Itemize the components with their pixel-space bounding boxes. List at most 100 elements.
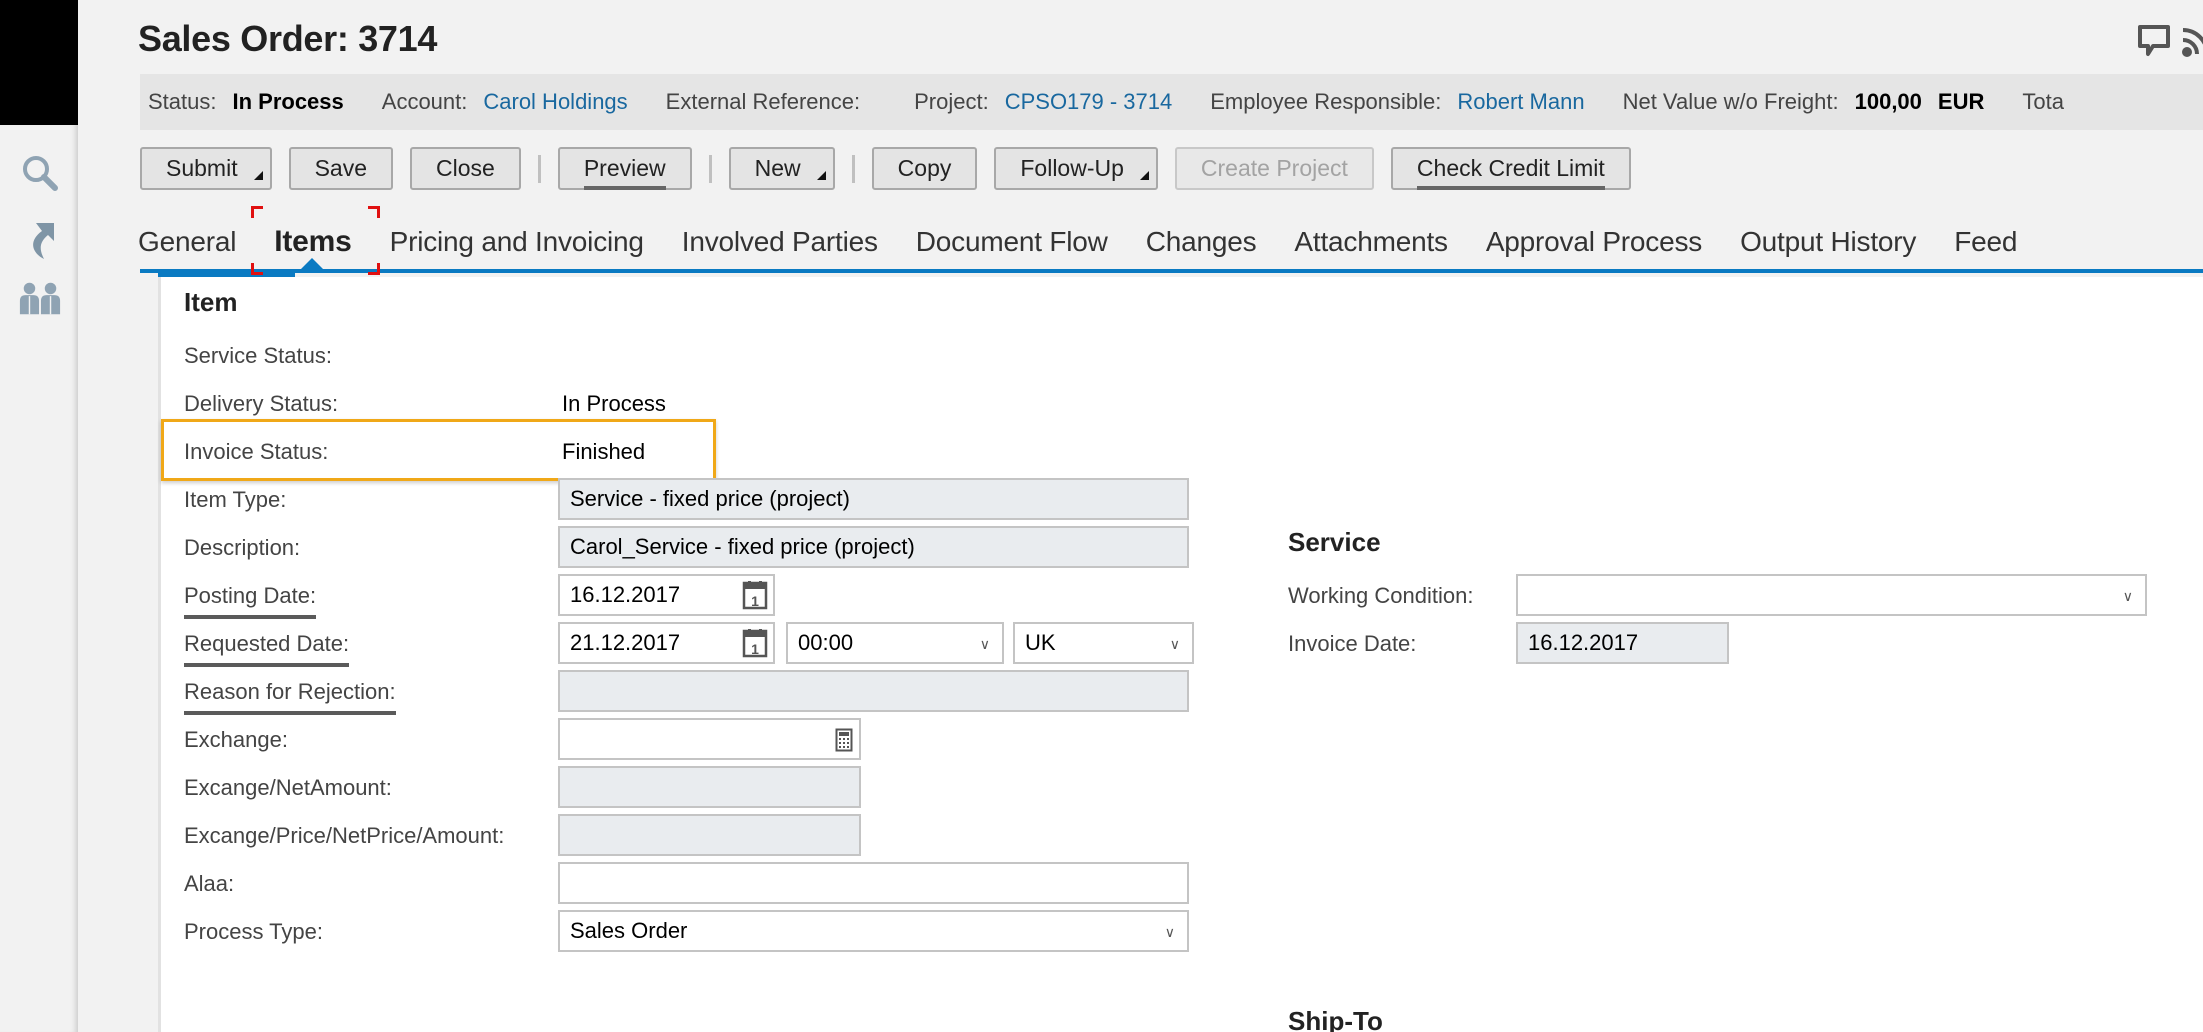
sidebar <box>0 125 78 1032</box>
active-tab-marker <box>300 258 324 270</box>
item-type-field: Service - fixed price (project) <box>558 478 1189 520</box>
rss-feed-icon[interactable] <box>2181 24 2203 63</box>
copy-label: Copy <box>897 155 952 181</box>
submit-button[interactable]: Submit <box>140 147 272 190</box>
create-project-button: Create Project <box>1174 147 1374 190</box>
focus-indicator <box>368 206 380 218</box>
tab-changes[interactable]: Changes <box>1146 226 1257 258</box>
posting-date-value: 16.12.2017 <box>570 582 681 607</box>
project-label: Project: <box>914 89 989 114</box>
share-arrow-icon[interactable] <box>18 217 62 261</box>
net-value-amount: 100,00 <box>1854 89 1922 114</box>
tab-approval-process[interactable]: Approval Process <box>1486 226 1702 258</box>
posting-date-label: Posting Date: <box>184 583 317 619</box>
external-reference-field: External Reference: <box>666 89 876 115</box>
requested-date-value: 21.12.2017 <box>570 630 681 655</box>
invoice-status-value: Finished <box>562 439 646 464</box>
exchange-price-amount-field <box>558 814 861 856</box>
process-type-select[interactable]: Sales Order ∨ <box>558 910 1189 952</box>
tab-involved-parties[interactable]: Involved Parties <box>682 226 878 258</box>
toolbar-separator <box>708 154 712 183</box>
close-button[interactable]: Close <box>410 147 521 190</box>
top-icons <box>2137 24 2203 63</box>
submit-label: Submit <box>166 155 238 181</box>
tab-items[interactable]: Items <box>274 225 352 259</box>
focus-indicator <box>368 263 380 275</box>
status-label: Status: <box>148 89 217 114</box>
ship-to-section-title: Ship-To <box>1288 1006 1383 1032</box>
project-link[interactable]: CPSO179 - 3714 <box>1005 89 1173 115</box>
status-field: Status: In Process <box>148 89 344 115</box>
requested-timezone-select[interactable]: UK ∨ <box>1013 622 1194 664</box>
invoice-date-label: Invoice Date: <box>1288 631 1417 656</box>
follow-up-button[interactable]: Follow-Up <box>994 147 1158 190</box>
service-status-label: Service Status: <box>184 343 332 368</box>
status-value: In Process <box>232 89 344 114</box>
header-bar: Status: In Process Account: Carol Holdin… <box>140 74 2203 130</box>
account-label: Account: <box>381 89 468 114</box>
preview-button[interactable]: Preview <box>557 147 692 190</box>
calendar-icon[interactable]: 1 <box>741 628 769 664</box>
exchange-net-amount-label: Excange/NetAmount: <box>184 775 392 800</box>
window-corner <box>0 0 78 125</box>
posting-date-input[interactable]: 16.12.2017 1 <box>558 574 775 616</box>
comment-icon[interactable] <box>2137 24 2171 63</box>
item-section-title: Item <box>184 287 238 317</box>
invoice-date-value: 16.12.2017 <box>1528 630 1639 655</box>
chevron-down-icon: ∨ <box>2122 588 2133 604</box>
tab-output-history[interactable]: Output History <box>1740 226 1916 258</box>
focus-indicator <box>251 263 263 275</box>
invoice-date-field: 16.12.2017 <box>1516 622 1729 664</box>
page-title: Sales Order: 3714 <box>138 18 438 59</box>
employee-responsible-field: Employee Responsible: Robert Mann <box>1210 89 1584 115</box>
total-label: Tota <box>2022 89 2064 114</box>
item-type-label: Item Type: <box>184 487 287 512</box>
calendar-icon[interactable]: 1 <box>741 580 769 616</box>
focus-indicator <box>251 206 263 218</box>
new-button[interactable]: New <box>728 147 835 190</box>
exchange-input[interactable] <box>558 718 861 760</box>
requested-date-input[interactable]: 21.12.2017 1 <box>558 622 775 664</box>
account-link[interactable]: Carol Holdings <box>483 89 627 115</box>
svg-text:1: 1 <box>751 641 759 657</box>
toolbar-separator <box>537 154 541 183</box>
toolbar-separator <box>851 154 855 183</box>
exchange-net-amount-field <box>558 766 861 808</box>
svg-text:1: 1 <box>751 593 759 609</box>
tab-attachments[interactable]: Attachments <box>1294 226 1448 258</box>
alaa-label: Alaa: <box>184 871 235 896</box>
tab-pricing-and-invoicing[interactable]: Pricing and Invoicing <box>390 226 644 258</box>
check-credit-limit-button[interactable]: Check Credit Limit <box>1390 147 1631 190</box>
create-project-label: Create Project <box>1200 155 1348 181</box>
toolbar: Submit Save Close Preview New Copy Follo… <box>140 147 1648 190</box>
employee-responsible-link[interactable]: Robert Mann <box>1457 89 1584 115</box>
project-field: Project: CPSO179 - 3714 <box>914 89 1172 115</box>
delivery-status-value: In Process <box>562 391 666 416</box>
net-value-currency: EUR <box>1937 89 1985 114</box>
requested-time-select[interactable]: 00:00 ∨ <box>786 622 1004 664</box>
people-icon[interactable] <box>18 277 62 321</box>
copy-button[interactable]: Copy <box>871 147 978 190</box>
save-button[interactable]: Save <box>288 147 394 190</box>
requested-timezone-value: UK <box>1025 630 1056 655</box>
tab-document-flow[interactable]: Document Flow <box>916 226 1108 258</box>
account-field: Account: Carol Holdings <box>382 89 628 115</box>
process-type-value: Sales Order <box>570 918 688 943</box>
working-condition-select[interactable]: ∨ <box>1516 574 2147 616</box>
item-type-value: Service - fixed price (project) <box>570 486 850 511</box>
new-label: New <box>754 155 801 181</box>
check-credit-limit-label: Check Credit Limit <box>1416 155 1605 190</box>
tab-feed[interactable]: Feed <box>1954 226 2017 258</box>
net-value-field: Net Value w/o Freight: 100,00 EUR <box>1623 89 1985 115</box>
requested-date-label: Requested Date: <box>184 631 350 667</box>
external-reference-label: External Reference: <box>665 89 861 114</box>
reason-for-rejection-label: Reason for Rejection: <box>184 679 396 715</box>
search-icon[interactable] <box>18 151 62 195</box>
chevron-down-icon: ∨ <box>1169 636 1180 652</box>
preview-label: Preview <box>583 155 666 190</box>
description-value: Carol_Service - fixed price (project) <box>570 534 915 559</box>
tab-general[interactable]: General <box>138 226 236 258</box>
alaa-input[interactable] <box>558 862 1189 904</box>
calculator-icon[interactable] <box>835 728 853 758</box>
exchange-price-amount-label: Excange/Price/NetPrice/Amount: <box>184 823 505 848</box>
